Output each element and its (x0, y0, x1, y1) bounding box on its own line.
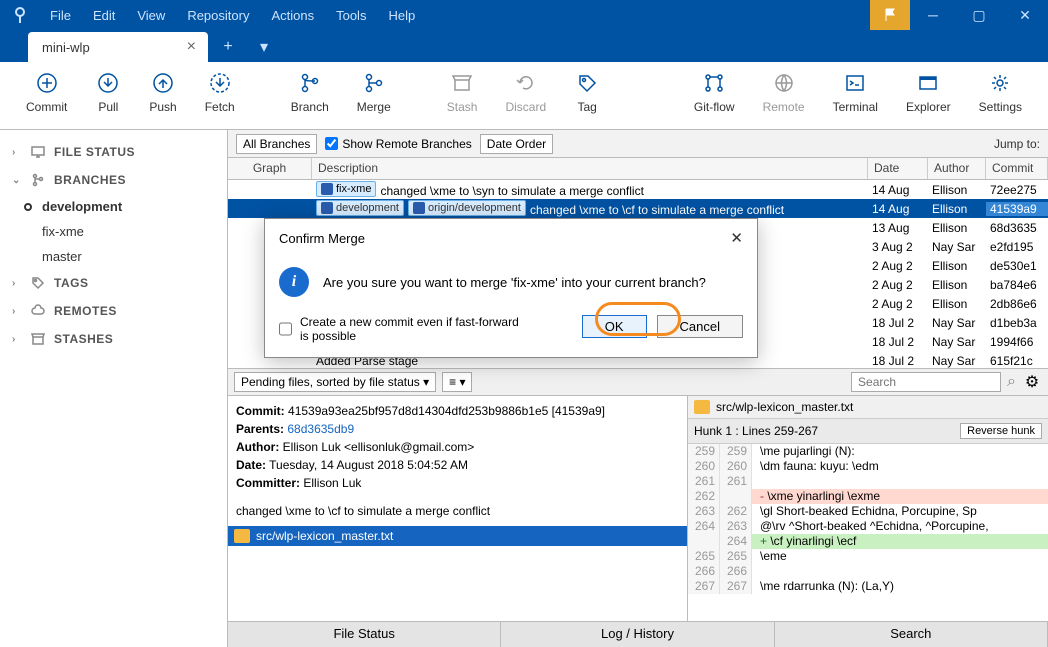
info-icon: i (279, 267, 309, 297)
fast-forward-checkbox[interactable]: Create a new commit even if fast-forward… (279, 315, 529, 343)
dialog-message: Are you sure you want to merge 'fix-xme'… (323, 275, 706, 290)
dialog-close-icon[interactable]: ✕ (730, 229, 743, 247)
confirm-merge-dialog: Confirm Merge ✕ i Are you sure you want … (264, 218, 758, 358)
dialog-title: Confirm Merge (279, 231, 365, 246)
cancel-button[interactable]: Cancel (657, 315, 743, 338)
ok-button[interactable]: OK (582, 315, 647, 338)
